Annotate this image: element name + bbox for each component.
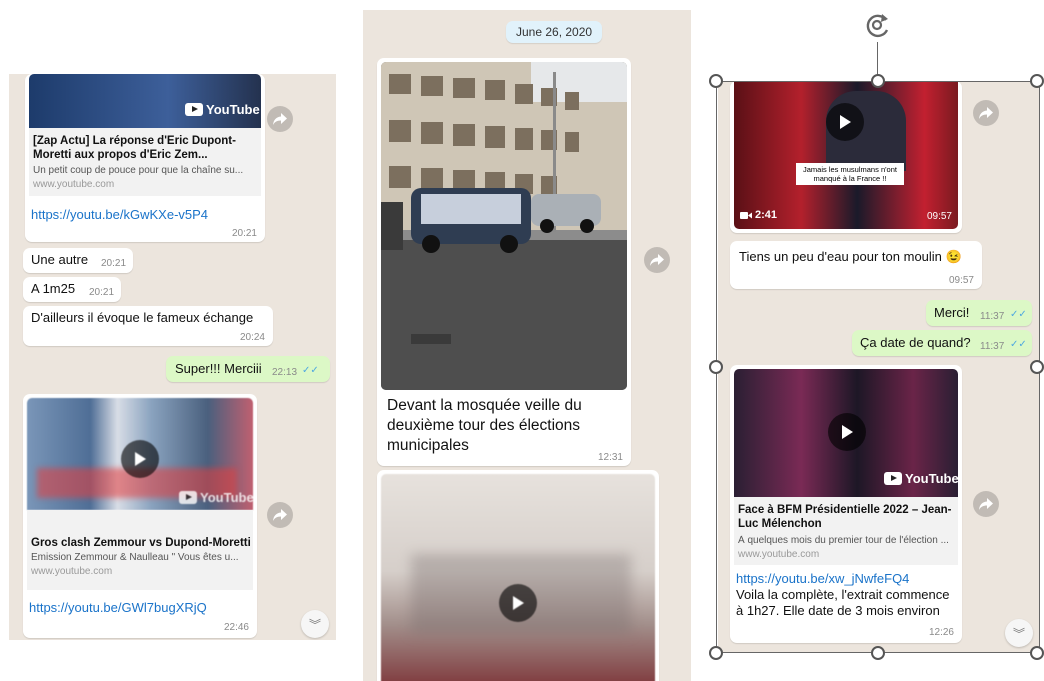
resize-handle-top-left[interactable] xyxy=(709,74,723,88)
message-video-bubble[interactable] xyxy=(377,470,659,681)
message-time: 20:21 xyxy=(231,228,257,239)
message-link-preview-1[interactable]: YouTube [Zap Actu] La réponse d'Eric Dup… xyxy=(25,74,265,242)
resize-handle-left[interactable] xyxy=(709,360,723,374)
video-thumbnail-blurred[interactable] xyxy=(381,474,655,681)
link-preview-card[interactable]: [Zap Actu] La réponse d'Eric Dupont-More… xyxy=(29,128,261,196)
link-preview-domain: www.youtube.com xyxy=(31,566,113,577)
message-link[interactable]: https://youtu.be/kGwKXe-v5P4 xyxy=(31,207,208,223)
message-bubble[interactable]: D'ailleurs il évoque le fameux échange 2… xyxy=(23,306,273,346)
message-bubble[interactable]: A 1m25 20:21 xyxy=(23,277,121,302)
date-separator: June 26, 2020 xyxy=(506,21,603,43)
youtube-icon xyxy=(179,491,197,504)
forward-button[interactable] xyxy=(267,106,293,132)
play-icon xyxy=(513,596,524,610)
rotate-icon xyxy=(866,14,889,38)
outgoing-message-bubble[interactable]: Super!!! Merciii 22:13 ✓✓ xyxy=(166,356,330,382)
video-thumbnail[interactable]: YouTube xyxy=(29,74,261,128)
play-icon xyxy=(135,452,146,466)
resize-handle-top-right[interactable] xyxy=(1030,74,1044,88)
message-bubble[interactable]: Une autre 20:21 xyxy=(23,248,133,273)
forward-icon xyxy=(273,509,287,521)
double-chevron-down-icon: ︾ xyxy=(308,617,321,632)
link-preview-description: Un petit coup de pouce pour que la chaîn… xyxy=(33,165,244,176)
image-caption: Devant la mosquée veille du deuxième tou… xyxy=(387,397,582,454)
link-preview-title: Gros clash Zemmour vs Dupond-Moretti xyxy=(31,537,251,549)
rotate-handle[interactable] xyxy=(864,10,892,40)
youtube-icon xyxy=(185,103,203,116)
resize-handle-bottom[interactable] xyxy=(871,646,885,660)
selection-frame[interactable] xyxy=(716,81,1040,653)
youtube-logo: YouTube xyxy=(185,102,260,117)
forward-button[interactable] xyxy=(267,502,293,528)
link-preview-domain: www.youtube.com xyxy=(33,179,115,190)
play-button[interactable] xyxy=(499,584,537,622)
resize-handle-top[interactable] xyxy=(871,74,885,88)
resize-handle-right[interactable] xyxy=(1030,360,1044,374)
link-preview-description: Emission Zemmour & Naulleau " Vous êtes … xyxy=(31,552,239,563)
message-link-preview-2[interactable]: YouTube Gros clash Zemmour vs Dupond-Mor… xyxy=(23,394,257,638)
photo-mosque-street[interactable] xyxy=(381,62,627,390)
chat-panel-2: June 26, 2020 Devant la mosquée veille d… xyxy=(363,10,691,681)
forward-icon xyxy=(273,113,287,125)
play-button[interactable] xyxy=(121,440,159,478)
link-preview-card[interactable]: Gros clash Zemmour vs Dupond-Moretti Emi… xyxy=(27,510,253,590)
resize-handle-bottom-right[interactable] xyxy=(1030,646,1044,660)
chat-panel-1: YouTube [Zap Actu] La réponse d'Eric Dup… xyxy=(9,74,336,640)
message-time: 12:31 xyxy=(597,452,623,463)
photo-illustration xyxy=(381,62,627,390)
youtube-logo: YouTube xyxy=(179,490,253,505)
message-time: 22:46 xyxy=(223,622,249,633)
resize-handle-bottom-left[interactable] xyxy=(709,646,723,660)
message-image-bubble[interactable]: Devant la mosquée veille du deuxième tou… xyxy=(377,58,631,466)
message-link[interactable]: https://youtu.be/GWl7bugXRjQ xyxy=(29,600,207,616)
scroll-to-bottom-button[interactable]: ︾ xyxy=(301,610,329,638)
forward-icon xyxy=(650,254,664,266)
video-thumbnail[interactable]: YouTube xyxy=(27,398,253,510)
read-receipt-icon: ✓✓ xyxy=(302,365,319,376)
forward-button[interactable] xyxy=(644,247,670,273)
link-preview-title: [Zap Actu] La réponse d'Eric Dupont-More… xyxy=(33,135,236,161)
